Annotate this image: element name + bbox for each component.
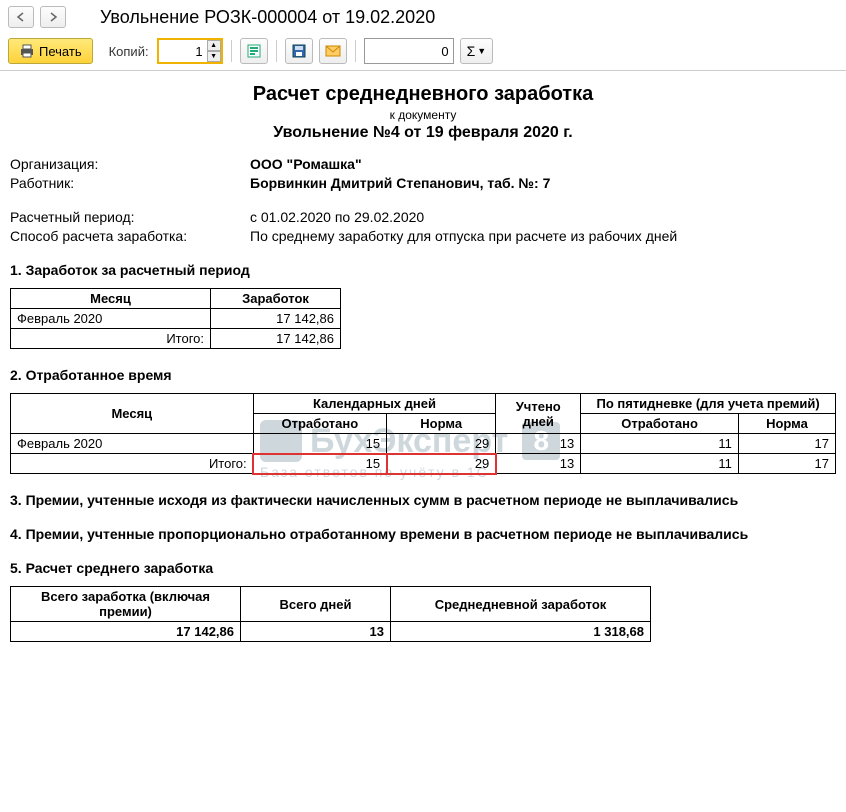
report-subtitle: к документу — [10, 108, 836, 122]
employee-label: Работник: — [10, 175, 250, 191]
report-body: Расчет среднедневного заработка к докуме… — [0, 71, 846, 662]
back-button[interactable] — [8, 6, 34, 28]
period-label: Расчетный период: — [10, 209, 250, 225]
section3-heading: 3. Премии, учтенные исходя из фактически… — [10, 492, 836, 508]
method-label: Способ расчета заработка: — [10, 228, 250, 244]
col-avg-daily: Среднедневной заработок — [391, 587, 651, 622]
section1-heading: 1. Заработок за расчетный период — [10, 262, 836, 278]
report-title: Расчет среднедневного заработка — [10, 83, 836, 106]
earnings-table: Месяц Заработок Февраль 2020 17 142,86 И… — [10, 288, 341, 349]
col-worked: Отработано — [253, 414, 386, 434]
col-calendar-days: Календарных дней — [253, 394, 496, 414]
copies-label: Копий: — [109, 44, 149, 59]
section2-heading: 2. Отработанное время — [10, 367, 836, 383]
average-calc-table: Всего заработка (включая премии) Всего д… — [10, 586, 651, 642]
preview-icon — [246, 43, 262, 59]
copies-spinner[interactable]: ▲ ▼ — [157, 38, 223, 64]
printer-icon — [19, 44, 35, 58]
arrow-right-icon — [48, 12, 58, 22]
numeric-input[interactable] — [364, 38, 454, 64]
table-row: Февраль 2020 15 29 13 11 17 — [11, 434, 836, 454]
table-row: 17 142,86 13 1 318,68 — [11, 622, 651, 642]
separator — [355, 40, 356, 62]
col-norm: Норма — [387, 414, 496, 434]
col-total-earnings: Всего заработка (включая премии) — [11, 587, 241, 622]
separator — [231, 40, 232, 62]
print-label: Печать — [39, 44, 82, 59]
copies-down-button[interactable]: ▼ — [207, 51, 221, 62]
report-doc-line: Увольнение №4 от 19 февраля 2020 г. — [10, 124, 836, 142]
separator — [276, 40, 277, 62]
dropdown-icon: ▼ — [477, 46, 486, 56]
org-value: ООО "Ромашка" — [250, 156, 836, 172]
table-total-row: Итого: 15 29 13 11 17 — [11, 454, 836, 474]
col-month: Месяц — [11, 289, 211, 309]
worked-time-table: Месяц Календарных дней Учтено дней По пя… — [10, 393, 836, 474]
table-total-row: Итого: 17 142,86 — [11, 329, 341, 349]
col-earnings: Заработок — [211, 289, 341, 309]
section5-heading: 5. Расчет среднего заработка — [10, 560, 836, 576]
col-month: Месяц — [11, 394, 254, 434]
print-button[interactable]: Печать — [8, 38, 93, 64]
sigma-icon: Σ — [467, 43, 476, 59]
preview-button[interactable] — [240, 38, 268, 64]
col-total-days: Всего дней — [241, 587, 391, 622]
copies-input[interactable] — [159, 40, 207, 62]
section4-heading: 4. Премии, учтенные пропорционально отра… — [10, 526, 836, 542]
email-button[interactable] — [319, 38, 347, 64]
floppy-icon — [291, 43, 307, 59]
save-button[interactable] — [285, 38, 313, 64]
arrow-left-icon — [16, 12, 26, 22]
period-value: с 01.02.2020 по 29.02.2020 — [250, 209, 836, 225]
employee-value: Борвинкин Дмитрий Степанович, таб. №: 7 — [250, 175, 836, 191]
method-value: По среднему заработку для отпуска при ра… — [250, 228, 836, 244]
envelope-icon — [325, 45, 341, 57]
copies-up-button[interactable]: ▲ — [207, 40, 221, 51]
table-row: Февраль 2020 17 142,86 — [11, 309, 341, 329]
col-counted: Учтено дней — [496, 394, 581, 434]
col-norm: Норма — [738, 414, 835, 434]
org-label: Организация: — [10, 156, 250, 172]
sum-button[interactable]: Σ ▼ — [460, 38, 494, 64]
col-worked: Отработано — [581, 414, 739, 434]
forward-button[interactable] — [40, 6, 66, 28]
document-title: Увольнение РОЗК-000004 от 19.02.2020 — [100, 7, 435, 28]
col-fiveday: По пятидневке (для учета премий) — [581, 394, 836, 414]
